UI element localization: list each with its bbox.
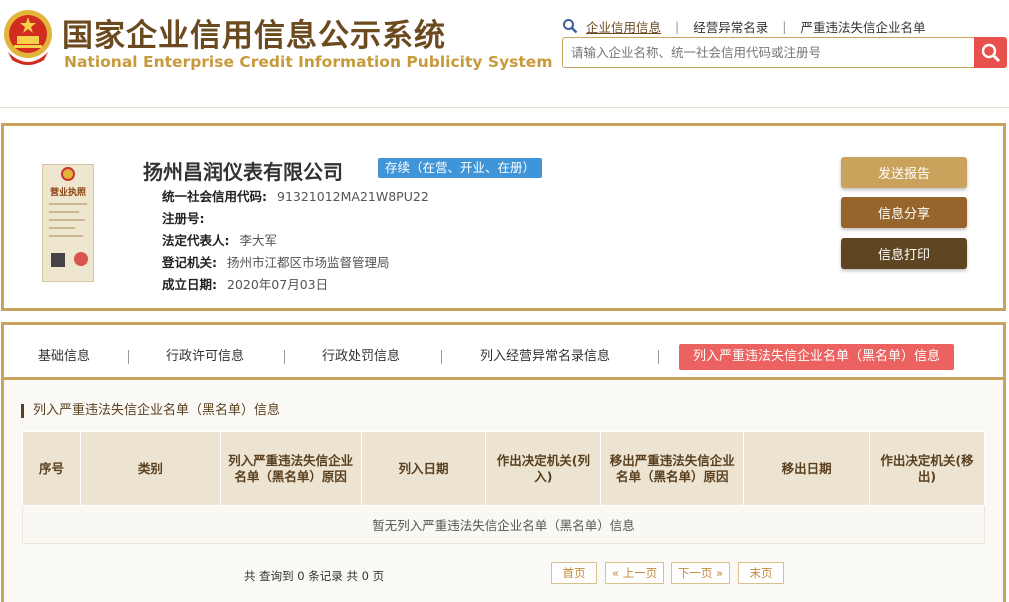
tab-bar: 基础信息 行政许可信息 行政处罚信息 列入经营异常名录信息 列入严重违法失信企业… [4,325,1003,380]
send-report-button[interactable]: 发送报告 [841,157,967,188]
share-button[interactable]: 信息分享 [841,197,967,228]
tab-divider [441,350,442,364]
license-title: 营业执照 [49,188,86,198]
column-header: 作出决定机关(列入) [485,431,602,506]
field-legal-rep: 法定代表人: 李大军 [162,230,277,249]
prev-page-button[interactable]: « 上一页 [605,562,664,584]
license-line [49,227,75,229]
field-value: 2020年07月03日 [227,277,329,292]
company-summary-panel: 营业执照 扬州昌润仪表有限公司 存续（在营、开业、在册） 统一社会信用代码: 91… [1,123,1006,311]
field-reg-number: 注册号: [162,208,215,227]
field-label: 成立日期: [162,277,217,292]
license-line [49,211,79,213]
license-emblem-icon [61,167,75,181]
seal-icon [74,252,88,266]
national-emblem-icon [4,10,52,65]
field-authority: 登记机关: 扬州市江都区市场监督管理局 [162,252,390,271]
search-input[interactable] [562,37,974,68]
print-button[interactable]: 信息打印 [841,238,967,269]
column-header: 作出决定机关(移出) [869,431,985,506]
column-header: 类别 [79,431,221,506]
details-panel: 基础信息 行政许可信息 行政处罚信息 列入经营异常名录信息 列入严重违法失信企业… [1,322,1006,602]
search-button[interactable] [974,37,1007,68]
section-title: 列入严重违法失信企业名单（黑名单）信息 [21,404,280,418]
column-header: 移出日期 [743,431,871,506]
site-title-cn: 国家企业信用信息公示系统 [62,18,446,54]
tab-blacklist[interactable]: 列入严重违法失信企业名单（黑名单）信息 [679,344,955,370]
status-badge: 存续（在营、开业、在册） [378,158,543,178]
tab-basic-info[interactable]: 基础信息 [38,344,90,370]
license-line [49,203,87,205]
field-value: 李大军 [239,233,278,248]
table-row: 暂无列入严重违法失信企业名单（黑名单）信息 [22,505,985,544]
nav-link-abnormal-list[interactable]: 经营异常名录 [693,17,768,36]
tab-admin-license[interactable]: 行政许可信息 [166,344,244,370]
blacklist-table: 序号 类别 列入严重违法失信企业名单（黑名单）原因 列入日期 作出决定机关(列入… [22,431,985,544]
pager-summary: 共 查询到 0 条记录 共 0 页 [244,569,385,583]
field-label: 法定代表人: [162,233,230,248]
next-page-button[interactable]: 下一页 » [671,562,730,584]
qr-code-icon [51,253,65,267]
column-header: 序号 [22,431,81,506]
first-page-button[interactable]: 首页 [551,562,597,584]
column-header: 移出严重违法失信企业名单（黑名单）原因 [600,431,745,506]
tab-divider [128,350,129,364]
search-icon [981,43,1000,62]
last-page-button[interactable]: 末页 [738,562,784,584]
company-name: 扬州昌润仪表有限公司 [143,160,343,184]
field-value: 91321012MA21W8PU22 [277,189,429,204]
tab-divider [284,350,285,364]
license-line [49,235,83,237]
column-header: 列入严重违法失信企业名单（黑名单）原因 [219,431,362,506]
tab-abnormal-list[interactable]: 列入经营异常名录信息 [480,344,610,370]
tab-divider [658,350,659,364]
nav-link-credit-info[interactable]: 企业信用信息 [586,17,661,36]
field-credit-code: 统一社会信用代码: 91321012MA21W8PU22 [162,186,429,205]
field-value: 扬州市江都区市场监督管理局 [227,255,390,270]
nav-divider: | [782,18,787,34]
site-header: 国家企业信用信息公示系统 National Enterprise Credit … [0,0,1009,108]
business-license-thumbnail: 营业执照 [42,164,94,282]
nav-link-blacklist[interactable]: 严重违法失信企业名单 [800,17,925,36]
site-title-en: National Enterprise Credit Information P… [64,53,553,71]
search-icon [563,19,578,34]
top-nav: 企业信用信息 | 经营异常名录 | 严重违法失信企业名单 [562,17,925,35]
tab-admin-penalty[interactable]: 行政处罚信息 [322,344,400,370]
nav-divider: | [675,18,680,34]
empty-table-message: 暂无列入严重违法失信企业名单（黑名单）信息 [22,505,985,544]
field-label: 登记机关: [162,255,217,270]
field-founded: 成立日期: 2020年07月03日 [162,274,328,293]
field-label: 统一社会信用代码: [162,189,267,204]
license-line [49,219,85,221]
column-header: 列入日期 [360,431,487,506]
field-label: 注册号: [162,211,205,226]
table-header-row: 序号 类别 列入严重违法失信企业名单（黑名单）原因 列入日期 作出决定机关(列入… [22,431,985,506]
